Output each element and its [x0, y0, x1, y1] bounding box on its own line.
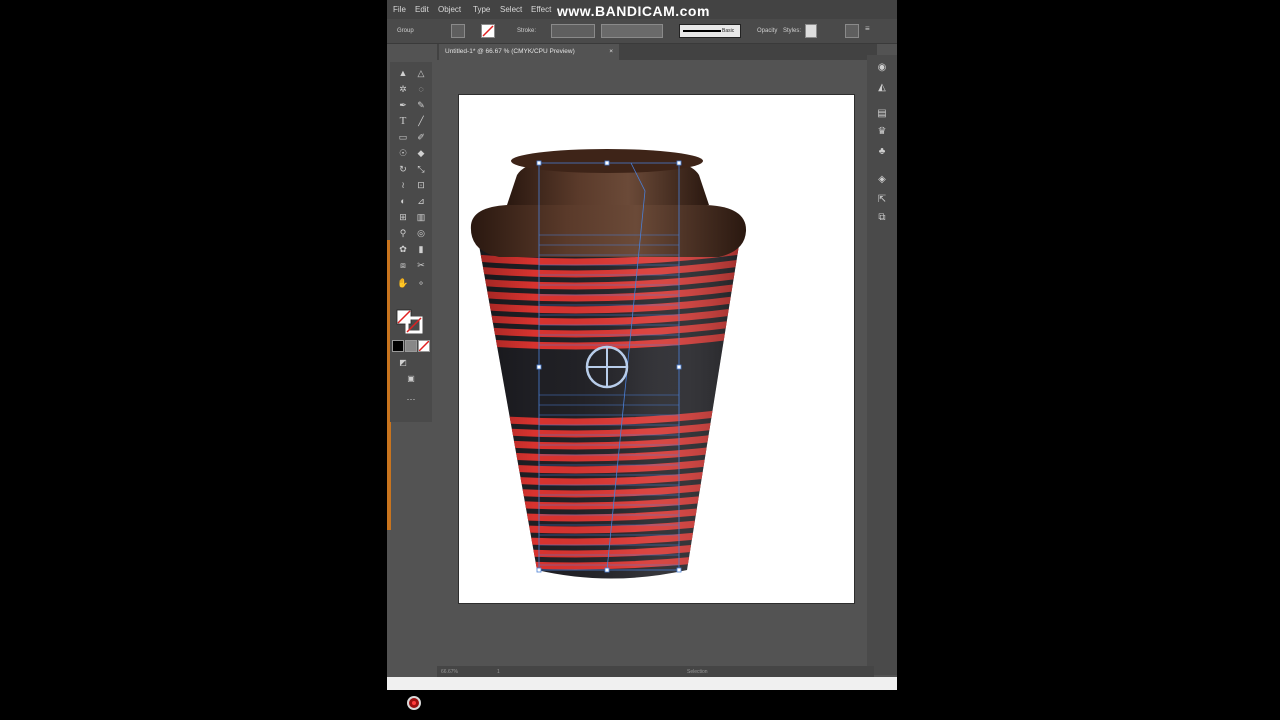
brush-stroke-icon	[683, 30, 721, 32]
stroke-swatch[interactable]	[481, 24, 495, 38]
artboards-panel-icon[interactable]: ⧉	[875, 211, 889, 225]
none-slash-icon	[419, 341, 429, 351]
scale-tool-icon[interactable]: ⤡	[414, 162, 428, 176]
document-tab-title: Untitled-1* @ 66.67 % (CMYK/CPU Preview)	[445, 48, 575, 55]
color-guide-icon[interactable]: ◭	[875, 81, 889, 95]
eraser-tool-icon[interactable]: ◆	[414, 146, 428, 160]
symbols-panel-icon[interactable]: ♣	[875, 145, 889, 159]
menu-edit[interactable]: Edit	[415, 5, 429, 14]
graphic-style-swatch[interactable]	[805, 24, 817, 38]
zoom-tool-icon[interactable]: ⚬	[414, 276, 428, 290]
artboard[interactable]	[458, 94, 855, 604]
lasso-tool-icon[interactable]: ◌	[414, 82, 428, 96]
shape-builder-tool-icon[interactable]: ◐	[396, 194, 410, 208]
fill-swatch[interactable]	[451, 24, 465, 38]
warp-tool-icon[interactable]: ≀	[396, 178, 410, 192]
brush-definition[interactable]: Basic	[679, 24, 741, 38]
opacity-label[interactable]: Opacity	[757, 28, 777, 34]
gradient-tool-icon[interactable]: ▥	[414, 210, 428, 224]
stroke-label: Stroke:	[517, 28, 537, 34]
screen-mode-icon[interactable]: ▣	[404, 372, 418, 386]
paintbrush-tool-icon[interactable]: ✐	[414, 130, 428, 144]
document-tab-bar: Untitled-1* @ 66.67 % (CMYK/CPU Preview)…	[437, 44, 877, 60]
rotate-tool-icon[interactable]: ↻	[396, 162, 410, 176]
record-button[interactable]	[407, 696, 421, 710]
hand-tool-icon[interactable]: ✋	[396, 276, 410, 290]
layers-panel-icon[interactable]: ◈	[875, 173, 889, 187]
shaper-tool-icon[interactable]: ☉	[396, 146, 410, 160]
mesh-tool-icon[interactable]: ⊞	[396, 210, 410, 224]
variable-width-profile[interactable]	[601, 24, 663, 38]
right-panel-dock: ◉ ◭ ▤ ♛ ♣ ◈ ⇱ ⧉	[867, 55, 897, 675]
rectangle-tool-icon[interactable]: ▭	[396, 130, 410, 144]
menu-object[interactable]: Object	[438, 5, 461, 14]
color-mode-icon[interactable]	[392, 340, 404, 352]
menu-bar: File Edit Object Type Select Effect www.…	[387, 0, 897, 19]
panel-menu-icon[interactable]: ≡	[865, 24, 875, 38]
perspective-grid-tool-icon[interactable]: ⊿	[414, 194, 428, 208]
free-transform-tool-icon[interactable]: ⊡	[414, 178, 428, 192]
export-panel-icon[interactable]: ⇱	[875, 193, 889, 207]
magic-wand-tool-icon[interactable]: ✲	[396, 82, 410, 96]
column-graph-tool-icon[interactable]: ▮	[414, 242, 428, 256]
no-stroke-icon	[482, 25, 494, 37]
canvas-area[interactable]	[437, 61, 874, 669]
styles-label: Styles:	[783, 28, 802, 34]
blend-tool-icon[interactable]: ◎	[414, 226, 428, 240]
selection-type-label: Group	[397, 28, 414, 34]
control-bar: Group Stroke: Basic Opacity Styles: ≡	[387, 19, 897, 44]
draw-mode-icon[interactable]: ◩	[396, 356, 410, 370]
type-tool-icon[interactable]: T	[396, 114, 410, 128]
none-mode-icon[interactable]	[418, 340, 430, 352]
menu-effect[interactable]: Effect	[531, 5, 551, 14]
eyedropper-tool-icon[interactable]: ⚲	[396, 226, 410, 240]
menu-type[interactable]: Type	[473, 5, 490, 14]
illustrator-window: File Edit Object Type Select Effect www.…	[387, 0, 897, 720]
selection-tool-icon[interactable]: ▲	[396, 66, 410, 80]
brush-label: Basic	[722, 28, 735, 34]
gradient-mode-icon[interactable]	[405, 340, 417, 352]
bottom-edge	[387, 677, 897, 690]
fill-stroke-swatches[interactable]	[395, 308, 425, 336]
direct-selection-tool-icon[interactable]: △	[414, 66, 428, 80]
pen-tool-icon[interactable]: ✒	[396, 98, 410, 112]
slice-tool-icon[interactable]: ✂	[414, 258, 428, 272]
brushes-panel-icon[interactable]: ♛	[875, 125, 889, 139]
curvature-tool-icon[interactable]: ✎	[414, 98, 428, 112]
more-tools-icon[interactable]: ⋯	[404, 392, 418, 406]
menu-select[interactable]: Select	[500, 5, 522, 14]
coffee-cup-artwork[interactable]	[459, 95, 856, 605]
close-tab-icon[interactable]: ×	[609, 44, 613, 60]
line-tool-icon[interactable]: ╱	[414, 114, 428, 128]
artboard-tool-icon[interactable]: ⧈	[396, 258, 410, 272]
stroke-weight-field[interactable]	[551, 24, 595, 38]
swatches-panel-icon[interactable]: ▤	[875, 107, 889, 121]
bandicam-watermark: www.BANDICAM.com	[557, 3, 710, 19]
align-icon[interactable]	[845, 24, 859, 38]
menu-file[interactable]: File	[393, 5, 406, 14]
color-panel-icon[interactable]: ◉	[875, 61, 889, 75]
symbol-sprayer-tool-icon[interactable]: ✿	[396, 242, 410, 256]
recording-bar	[387, 690, 897, 720]
document-tab[interactable]: Untitled-1* @ 66.67 % (CMYK/CPU Preview)…	[439, 44, 619, 60]
tools-panel: ▲ △ ✲ ◌ ✒ ✎ T ╱ ▭ ✐ ☉ ◆ ↻ ⤡ ≀ ⊡ ◐ ⊿ ⊞ ▥ …	[390, 62, 432, 422]
